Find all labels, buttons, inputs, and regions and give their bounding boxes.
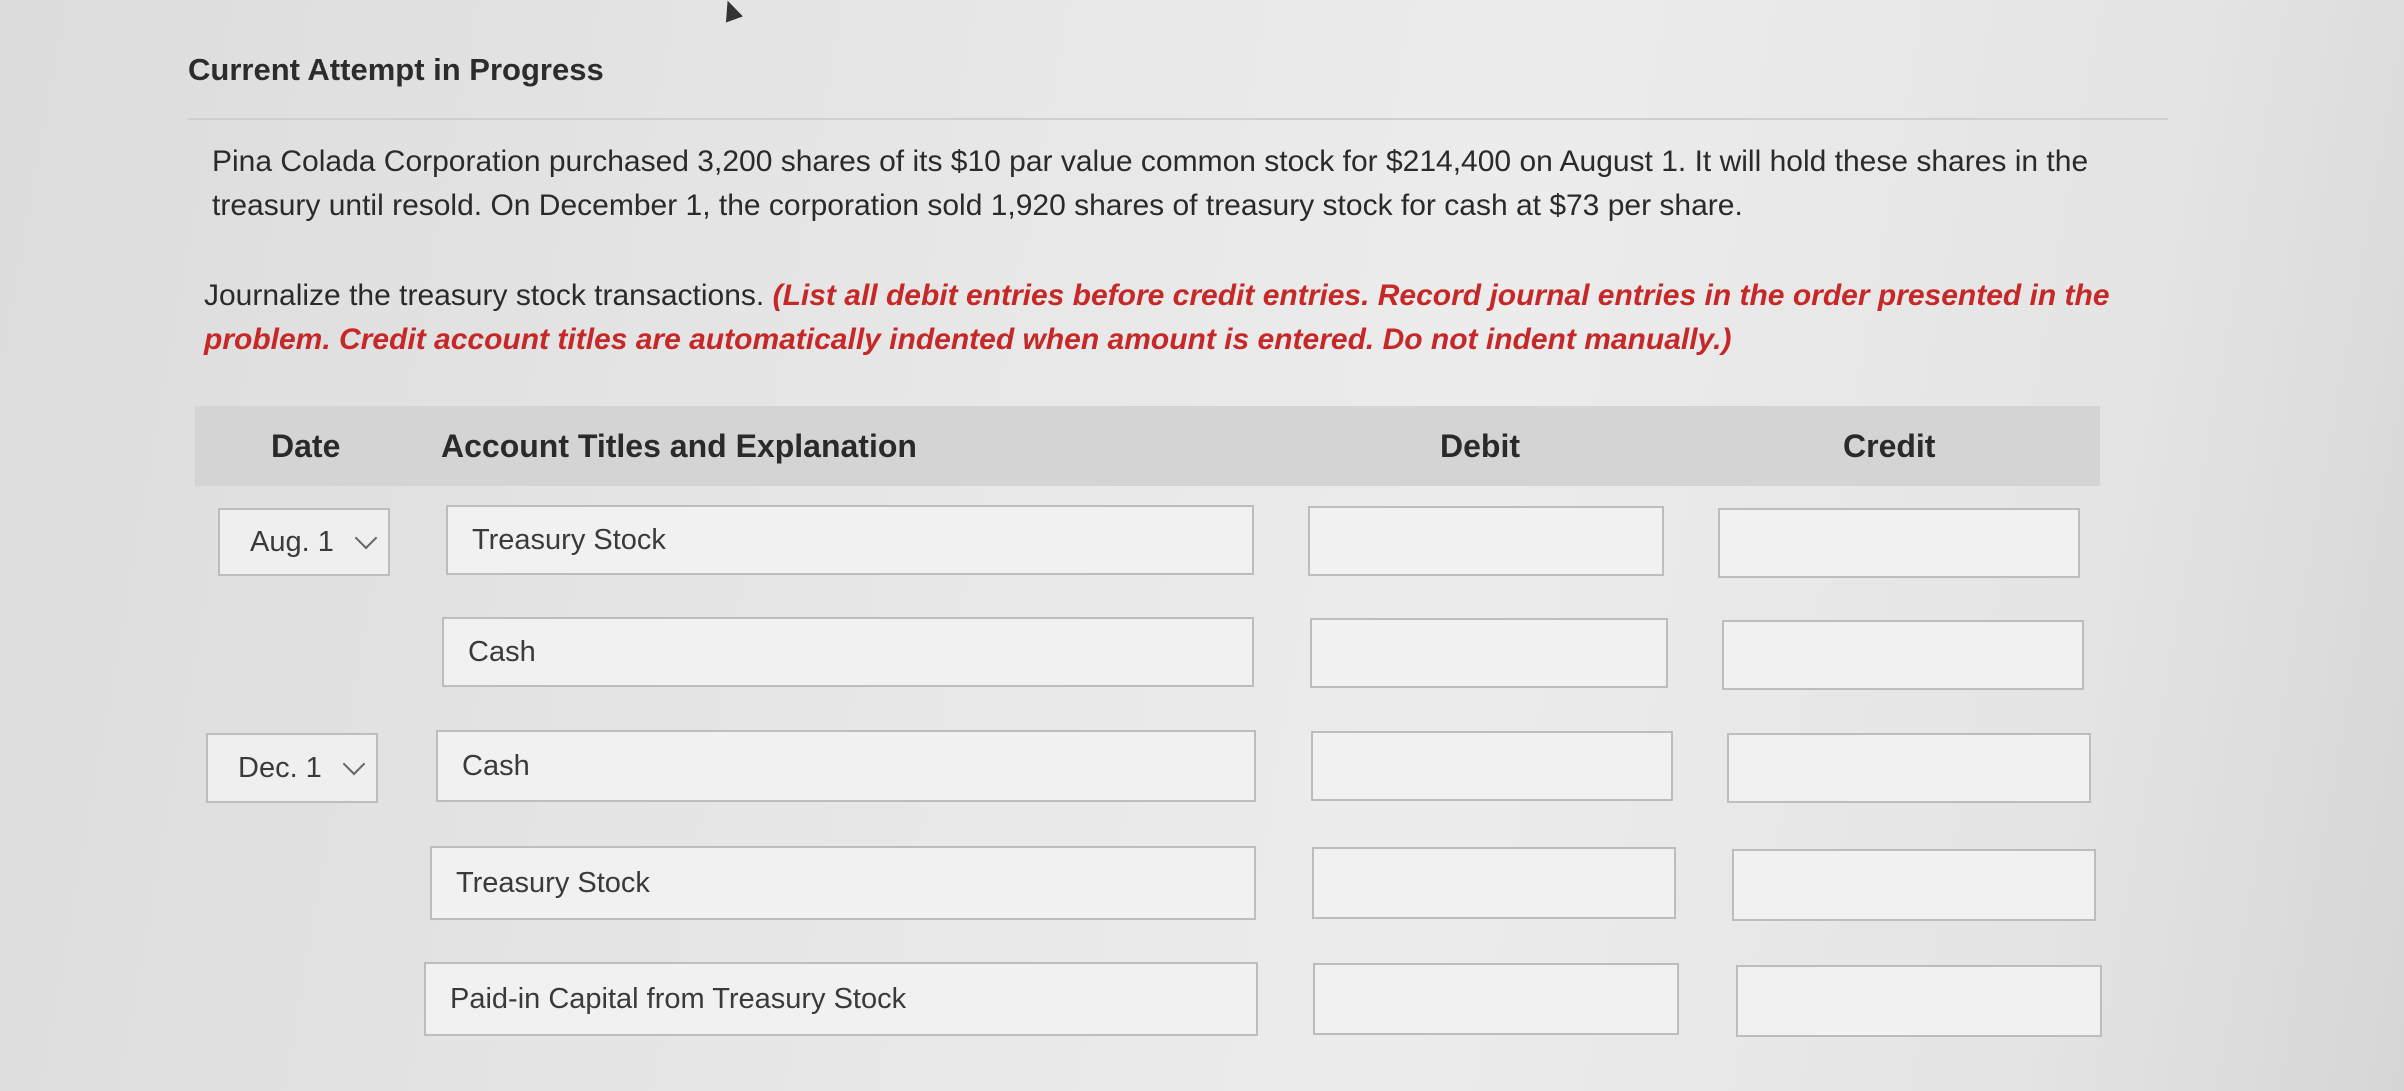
credit-input-row-4[interactable] [1732, 849, 2096, 921]
account-input-row-1[interactable]: Treasury Stock [446, 505, 1254, 575]
instructions-lead: Journalize the treasury stock transactio… [204, 279, 773, 312]
debit-input-row-5[interactable] [1313, 963, 1679, 1035]
debit-input-row-2[interactable] [1310, 618, 1668, 688]
debit-input-row-4[interactable] [1312, 847, 1676, 919]
problem-text: Pina Colada Corporation purchased 3,200 … [212, 145, 2089, 222]
chevron-down-icon [342, 752, 366, 776]
debit-input-row-3[interactable] [1311, 731, 1673, 801]
credit-input-row-3[interactable] [1727, 733, 2091, 803]
header-account: Account Titles and Explanation [441, 428, 917, 464]
date-select-value: Aug. 1 [250, 525, 334, 558]
account-input-row-4[interactable]: Treasury Stock [430, 846, 1256, 920]
page: Current Attempt in Progress Pina Colada … [0, 0, 2404, 1091]
header-date: Date [271, 428, 341, 464]
debit-input-row-1[interactable] [1308, 506, 1664, 576]
header-divider [188, 118, 2168, 120]
credit-input-row-5[interactable] [1736, 965, 2102, 1037]
chevron-down-icon [354, 526, 378, 550]
credit-input-row-2[interactable] [1722, 620, 2084, 690]
journal-table-header: Date Account Titles and Explanation Debi… [195, 406, 2100, 486]
date-select-value: Dec. 1 [238, 751, 322, 784]
date-select-row-3[interactable]: Dec. 1 [206, 733, 378, 803]
header-debit: Debit [1440, 428, 1520, 464]
date-select-row-1[interactable]: Aug. 1 [218, 508, 390, 576]
header-credit: Credit [1843, 428, 1936, 464]
page-title: Current Attempt in Progress [188, 52, 604, 87]
credit-input-row-1[interactable] [1718, 508, 2080, 578]
mouse-pointer-icon [719, 0, 743, 23]
account-input-row-3[interactable]: Cash [436, 730, 1256, 802]
account-input-row-5[interactable]: Paid-in Capital from Treasury Stock [424, 962, 1258, 1036]
instructions: Journalize the treasury stock transactio… [204, 274, 2124, 362]
account-input-row-2[interactable]: Cash [442, 617, 1254, 687]
